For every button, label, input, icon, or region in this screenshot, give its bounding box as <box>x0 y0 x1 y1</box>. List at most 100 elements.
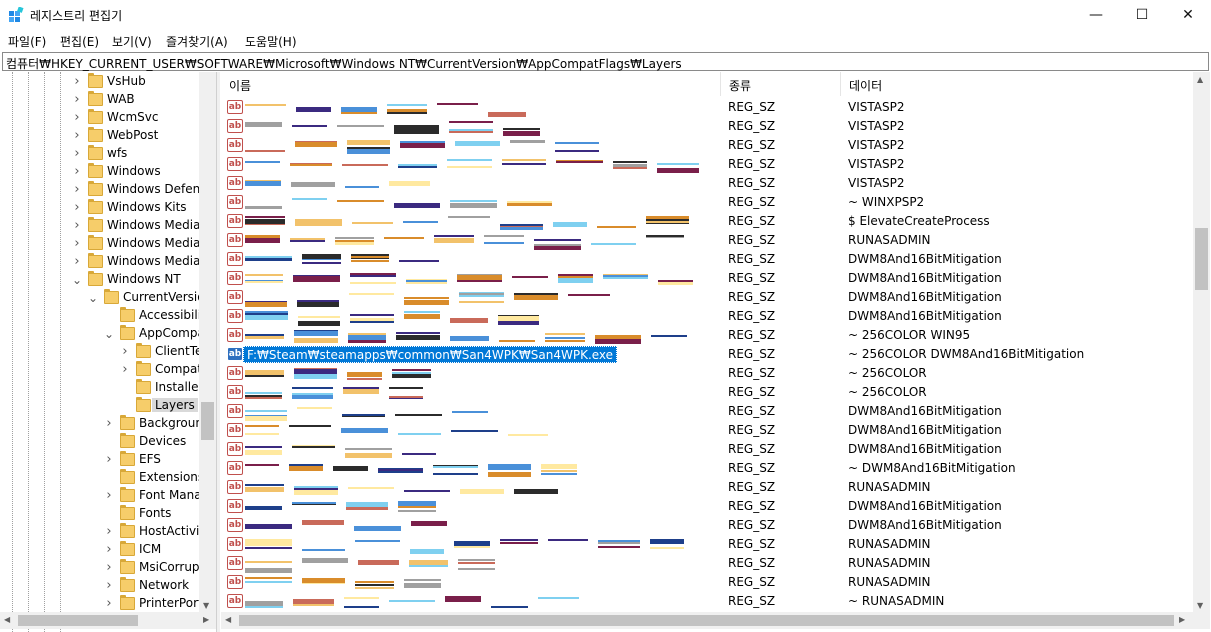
tree-item[interactable]: › Windows Defend <box>0 181 208 199</box>
tree-item[interactable]: › WAB <box>0 91 200 109</box>
list-horizontal-thumb[interactable] <box>239 615 1174 626</box>
menu-edit[interactable]: 편집(E) <box>60 33 99 50</box>
tree-item[interactable]: Accessibility <box>0 307 213 325</box>
list-row[interactable]: ab REG_SZ $ ElevateCreateProcess <box>221 212 1193 231</box>
list-row[interactable]: ab REG_SZ DWM8And16BitMitigation <box>221 497 1193 516</box>
chevron-down-icon[interactable]: ▼ <box>1197 600 1203 612</box>
list-row[interactable]: ab REG_SZ DWM8And16BitMitigation <box>221 307 1193 326</box>
chevron-right-icon[interactable]: › <box>120 345 130 358</box>
chevron-right-icon[interactable]: › <box>72 219 82 232</box>
tree-horizontal-scrollbar[interactable]: ◀ ▶ <box>0 612 216 629</box>
chevron-left-icon[interactable]: ◀ <box>225 614 231 626</box>
tree-item[interactable]: › Font Manage <box>0 487 216 505</box>
chevron-right-icon[interactable]: › <box>72 237 82 250</box>
list-row[interactable]: ab REG_SZ VISTASP2 <box>221 174 1193 193</box>
tree-item[interactable]: › MsiCorrupt <box>0 559 204 577</box>
tree-item[interactable]: ⌄ CurrentVersion <box>0 289 212 307</box>
chevron-right-icon[interactable]: ▶ <box>203 614 209 626</box>
tree-item[interactable]: › HostActivity <box>0 523 211 541</box>
tree-item[interactable]: › WebPost <box>0 127 200 145</box>
tree-item[interactable]: Extensions <box>0 469 204 487</box>
pane-splitter[interactable] <box>216 72 220 632</box>
list-row[interactable]: ab F:₩Steam₩steamapps₩common₩San4WPK₩San4… <box>221 345 1193 364</box>
chevron-right-icon[interactable]: › <box>104 525 114 538</box>
tree-item[interactable]: Layers <box>0 397 200 415</box>
chevron-right-icon[interactable]: › <box>104 579 114 592</box>
list-row[interactable]: ab REG_SZ ~ 256COLOR WIN95 <box>221 326 1193 345</box>
menu-help[interactable]: 도움말(H) <box>245 33 297 50</box>
chevron-right-icon[interactable]: › <box>104 597 114 610</box>
list-row[interactable]: ab REG_SZ VISTASP2 <box>221 136 1193 155</box>
chevron-right-icon[interactable]: › <box>72 201 82 214</box>
maximize-button[interactable]: ☐ <box>1119 0 1165 30</box>
chevron-right-icon[interactable]: › <box>72 111 82 124</box>
menu-file[interactable]: 파일(F) <box>8 33 46 50</box>
tree-item[interactable]: › VsHub <box>0 73 200 91</box>
column-type-header[interactable]: 종류 <box>721 72 841 96</box>
tree-item[interactable]: › Windows Media T <box>0 253 212 271</box>
tree-vertical-thumb[interactable] <box>201 402 214 440</box>
chevron-right-icon[interactable]: › <box>104 417 114 430</box>
list-row[interactable]: ab REG_SZ RUNASADMIN <box>221 573 1193 592</box>
tree-item[interactable]: Devices <box>0 433 200 451</box>
chevron-right-icon[interactable]: › <box>72 147 82 160</box>
chevron-down-icon[interactable]: ▼ <box>203 600 209 612</box>
column-data-header[interactable]: 데이터 <box>841 72 1193 96</box>
list-row[interactable]: ab REG_SZ ~ WINXPSP2 <box>221 193 1193 212</box>
list-row[interactable]: ab REG_SZ DWM8And16BitMitigation <box>221 269 1193 288</box>
list-vertical-thumb[interactable] <box>1195 228 1208 290</box>
chevron-down-icon[interactable]: ⌄ <box>72 274 82 286</box>
chevron-right-icon[interactable]: › <box>72 93 82 106</box>
tree-item[interactable]: › WcmSvc <box>0 109 200 127</box>
tree-item[interactable]: › Windows Kits <box>0 199 200 217</box>
list-row[interactable]: ab REG_SZ ~ 256COLOR <box>221 364 1193 383</box>
tree-item[interactable]: ⌄ AppCompat <box>0 325 210 343</box>
list-row[interactable]: ab REG_SZ VISTASP2 <box>221 98 1193 117</box>
list-row[interactable]: ab REG_SZ DWM8And16BitMitigation <box>221 440 1193 459</box>
tree-item[interactable]: › EFS <box>0 451 200 469</box>
tree-item[interactable]: › ICM <box>0 541 200 559</box>
chevron-right-icon[interactable]: › <box>104 561 114 574</box>
list-vertical-scrollbar[interactable]: ▲ ▼ <box>1193 72 1210 612</box>
chevron-down-icon[interactable]: ⌄ <box>104 328 114 340</box>
chevron-up-icon[interactable]: ▲ <box>1197 74 1203 86</box>
chevron-right-icon[interactable]: › <box>72 165 82 178</box>
list-row[interactable]: ab REG_SZ VISTASP2 <box>221 155 1193 174</box>
tree-item[interactable]: Fonts <box>0 505 200 523</box>
menu-view[interactable]: 보기(V) <box>112 33 152 50</box>
list-row[interactable]: ab REG_SZ RUNASADMIN <box>221 535 1193 554</box>
chevron-right-icon[interactable]: › <box>72 75 82 88</box>
list-row[interactable]: ab REG_SZ DWM8And16BitMitigation <box>221 421 1193 440</box>
list-row[interactable]: ab REG_SZ ~ RUNASADMIN <box>221 592 1193 611</box>
list-row[interactable]: ab REG_SZ RUNASADMIN <box>221 554 1193 573</box>
list-row[interactable]: ab REG_SZ DWM8And16BitMitigation <box>221 402 1193 421</box>
tree-horizontal-thumb[interactable] <box>18 615 138 626</box>
tree-item[interactable]: › Windows Media <box>0 217 200 235</box>
tree-item[interactable]: › Background <box>0 415 211 433</box>
chevron-right-icon[interactable]: › <box>104 489 114 502</box>
chevron-right-icon[interactable]: › <box>72 255 82 268</box>
chevron-left-icon[interactable]: ◀ <box>4 614 10 626</box>
address-bar[interactable]: 컴퓨터₩HKEY_CURRENT_USER₩SOFTWARE₩Microsoft… <box>2 52 1209 71</box>
tree-item[interactable]: › PrinterPorts <box>0 595 209 613</box>
list-row[interactable]: ab REG_SZ ~ DWM8And16BitMitigation <box>221 459 1193 478</box>
chevron-right-icon[interactable]: › <box>72 183 82 196</box>
address-path[interactable]: 컴퓨터₩HKEY_CURRENT_USER₩SOFTWARE₩Microsoft… <box>6 55 682 72</box>
list-row[interactable]: ab REG_SZ DWM8And16BitMitigation <box>221 288 1193 307</box>
list-row[interactable]: ab REG_SZ VISTASP2 <box>221 117 1193 136</box>
chevron-right-icon[interactable]: › <box>104 453 114 466</box>
minimize-button[interactable]: — <box>1073 0 1119 30</box>
list-row[interactable]: ab REG_SZ ~ 256COLOR <box>221 383 1193 402</box>
list-row[interactable]: ab REG_SZ DWM8And16BitMitigation <box>221 250 1193 269</box>
close-button[interactable]: ✕ <box>1165 0 1211 30</box>
list-row[interactable]: ab REG_SZ RUNASADMIN <box>221 478 1193 497</box>
chevron-right-icon[interactable]: ▶ <box>1179 614 1185 626</box>
chevron-right-icon[interactable]: › <box>104 543 114 556</box>
chevron-right-icon[interactable]: › <box>120 363 130 376</box>
chevron-down-icon[interactable]: ⌄ <box>88 292 98 304</box>
tree-item[interactable]: › wfs <box>0 145 200 163</box>
tree-item[interactable]: › Windows Media <box>0 235 200 253</box>
column-name-header[interactable]: 이름 <box>221 72 721 96</box>
menu-favorites[interactable]: 즐겨찾기(A) <box>166 33 228 50</box>
tree-item[interactable]: › Windows <box>0 163 200 181</box>
